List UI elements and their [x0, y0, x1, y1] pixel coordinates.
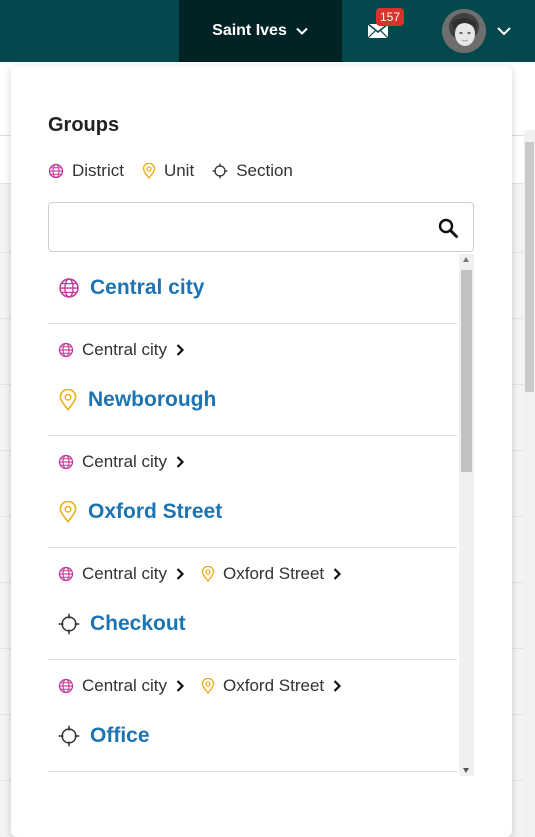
- breadcrumb-label: Central city: [82, 340, 168, 359]
- legend-section: Section: [212, 161, 293, 181]
- breadcrumb-label: Central city: [82, 676, 168, 695]
- globe-icon: [58, 454, 74, 470]
- group-result-name[interactable]: Checkout: [58, 612, 186, 636]
- group-result[interactable]: Central city Oxford Street: [48, 436, 457, 548]
- pin-icon: [142, 163, 156, 179]
- chevron-down-icon[interactable]: [496, 24, 512, 38]
- results-scrollbar-thumb[interactable]: [461, 270, 472, 472]
- group-breadcrumb: Central city: [58, 340, 201, 360]
- group-name-label: Checkout: [90, 612, 186, 635]
- page-scrollbar[interactable]: [524, 130, 535, 837]
- group-results: Central city Central city Newborough Cen…: [48, 254, 457, 772]
- unread-count-badge: 157: [376, 8, 405, 26]
- globe-icon: [58, 342, 74, 358]
- pin-icon: [59, 389, 77, 411]
- chevron-right-icon: [176, 568, 185, 580]
- breadcrumb-label: Central city: [82, 452, 168, 471]
- panel-title: Groups: [48, 114, 120, 136]
- legend-label: Section: [236, 161, 293, 180]
- group-name-label: Newborough: [88, 388, 217, 411]
- group-breadcrumb: Central city Oxford Street: [58, 564, 358, 584]
- search-icon[interactable]: [437, 217, 459, 239]
- chevron-right-icon: [176, 680, 185, 692]
- scroll-up-arrow-icon[interactable]: [463, 257, 469, 262]
- crosshair-icon: [212, 163, 228, 179]
- legend-unit: Unit: [142, 161, 194, 181]
- group-search-box[interactable]: [48, 202, 474, 252]
- group-name-label: Oxford Street: [88, 500, 223, 523]
- breadcrumb-item[interactable]: Central city: [58, 564, 185, 584]
- breadcrumb-item[interactable]: Central city: [58, 340, 185, 360]
- group-result-name[interactable]: Office: [58, 724, 150, 748]
- crosshair-icon: [58, 725, 80, 747]
- group-name-label: Office: [90, 724, 150, 747]
- group-search-input[interactable]: [61, 203, 431, 251]
- group-result[interactable]: Central city: [48, 254, 457, 324]
- breadcrumb-label: Oxford Street: [223, 676, 325, 695]
- group-breadcrumb: Central city Oxford Street: [58, 676, 358, 696]
- pin-icon: [201, 678, 215, 694]
- organization-switcher[interactable]: Saint Ives: [179, 0, 342, 62]
- page-scrollbar-thumb[interactable]: [525, 142, 534, 392]
- chevron-right-icon: [333, 568, 342, 580]
- breadcrumb-item[interactable]: Central city: [58, 452, 185, 472]
- globe-icon: [58, 678, 74, 694]
- organization-name: Saint Ives: [212, 22, 287, 39]
- globe-icon: [58, 566, 74, 582]
- chevron-right-icon: [176, 344, 185, 356]
- globe-icon: [48, 163, 64, 179]
- avatar[interactable]: [442, 9, 486, 53]
- legend-label: District: [72, 161, 124, 180]
- scroll-down-arrow-icon[interactable]: [463, 768, 469, 773]
- group-result[interactable]: Central city Oxford Street: [48, 548, 457, 660]
- avatar-photo: [442, 9, 486, 53]
- globe-icon: [59, 278, 79, 298]
- group-type-legend: District Unit Section: [48, 161, 311, 181]
- group-results-list[interactable]: Central city Central city Newborough Cen…: [48, 254, 474, 776]
- group-result-name[interactable]: Oxford Street: [58, 500, 222, 524]
- crosshair-icon: [58, 613, 80, 635]
- pin-icon: [59, 501, 77, 523]
- group-name-label: Central city: [90, 276, 205, 299]
- group-result[interactable]: Central city Oxford Street: [48, 660, 457, 772]
- breadcrumb-label: Oxford Street: [223, 564, 325, 583]
- chevron-right-icon: [176, 456, 185, 468]
- legend-district: District: [48, 161, 124, 181]
- breadcrumb-item[interactable]: Oxford Street: [201, 564, 342, 584]
- chevron-down-icon: [296, 27, 308, 35]
- group-breadcrumb: Central city: [58, 452, 201, 472]
- groups-dropdown: Groups District Unit Section Central cit…: [11, 66, 512, 837]
- top-bar: Saint Ives 157: [0, 0, 535, 62]
- breadcrumb-item[interactable]: Central city: [58, 676, 185, 696]
- legend-label: Unit: [163, 161, 195, 180]
- group-result-name[interactable]: Newborough: [58, 388, 216, 412]
- chevron-right-icon: [333, 680, 342, 692]
- group-result-name[interactable]: Central city: [58, 276, 204, 300]
- breadcrumb-label: Central city: [82, 564, 168, 583]
- breadcrumb-item[interactable]: Oxford Street: [201, 676, 342, 696]
- pin-icon: [201, 566, 215, 582]
- results-scrollbar[interactable]: [459, 254, 474, 776]
- group-result[interactable]: Central city Newborough: [48, 324, 457, 436]
